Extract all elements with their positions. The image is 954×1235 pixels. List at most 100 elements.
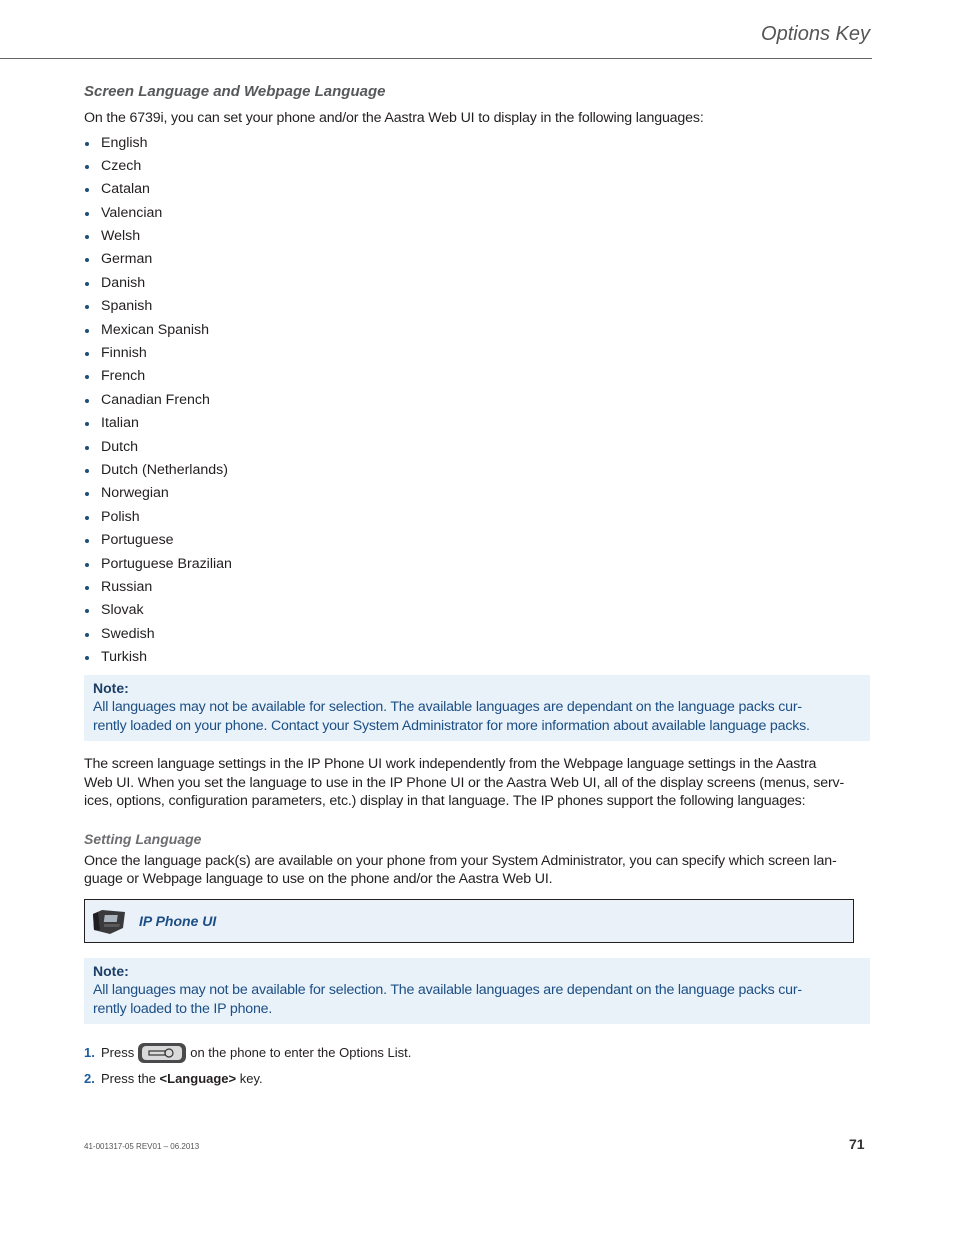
note-text: All languages may not be available for s… <box>93 981 860 1019</box>
language-list-item: Swedish <box>84 623 870 646</box>
description-paragraph: The screen language settings in the IP P… <box>84 755 870 811</box>
language-name: Italian <box>101 415 139 432</box>
language-name: Polish <box>101 508 140 525</box>
footer-doc-id: 41-001317-05 REV01 – 06.2013 <box>84 1142 200 1151</box>
bullet-icon <box>85 398 89 403</box>
bullet-icon <box>85 188 89 193</box>
language-name: Czech <box>101 157 142 174</box>
language-name: French <box>101 368 146 385</box>
bullet-icon <box>85 422 89 427</box>
bullet-icon <box>85 281 89 286</box>
language-name: Mexican Spanish <box>101 321 210 338</box>
note-box: Note: All languages may not be available… <box>84 957 870 1024</box>
language-name: Spanish <box>101 298 153 315</box>
language-name: Russian <box>101 578 153 595</box>
language-name: Welsh <box>101 228 141 245</box>
steps-list: 1. Press on the phone to enter the Optio… <box>84 1040 870 1092</box>
language-name: Danish <box>101 274 146 291</box>
note-title: Note: <box>93 680 129 697</box>
language-list-item: Dutch (Netherlands) <box>84 459 870 482</box>
language-name: German <box>101 251 153 268</box>
language-list-item: Mexican Spanish <box>84 319 870 342</box>
language-key-label: <Language> <box>159 1071 237 1087</box>
section-heading: Screen Language and Webpage Language <box>84 83 386 100</box>
bullet-icon <box>85 609 89 614</box>
language-name: Valencian <box>101 204 163 221</box>
note-line: All languages may not be available for s… <box>93 699 802 716</box>
language-list-item: Italian <box>84 412 870 435</box>
bullet-icon <box>85 141 89 146</box>
subsection-heading: Setting Language <box>84 830 202 847</box>
note-text: All languages may not be available for s… <box>93 698 860 736</box>
language-list-item: Spanish <box>84 295 870 318</box>
paragraph-line: Once the language pack(s) are available … <box>84 852 837 869</box>
bullet-icon <box>85 211 89 216</box>
paragraph-line: guage or Webpage language to use on the … <box>84 871 553 888</box>
page-header-title: Options Key <box>761 23 870 45</box>
language-list-item: English <box>84 132 870 155</box>
language-list-item: Russian <box>84 576 870 599</box>
language-name: English <box>101 134 148 151</box>
language-list-item: Turkish <box>84 646 870 669</box>
language-list-item: Slovak <box>84 599 870 622</box>
bullet-icon <box>85 258 89 263</box>
options-key-icon <box>138 1042 187 1063</box>
language-list-item: Portuguese <box>84 529 870 552</box>
intro-paragraph: On the 6739i, you can set your phone and… <box>84 110 704 126</box>
language-name: Dutch (Netherlands) <box>101 461 228 478</box>
language-list-item: Norwegian <box>84 482 870 505</box>
bullet-icon <box>85 468 89 473</box>
language-list-item: Czech <box>84 155 870 178</box>
ip-phone-ui-box: IP Phone UI <box>84 898 854 943</box>
setting-paragraph: Once the language pack(s) are available … <box>84 852 870 889</box>
ip-phone-ui-label: IP Phone UI <box>139 912 217 929</box>
bullet-icon <box>85 492 89 497</box>
paragraph-line: ices, options, configuration parameters,… <box>84 793 806 810</box>
paragraph-line: Web UI. When you set the language to use… <box>84 774 845 791</box>
language-name: Portuguese <box>101 532 174 549</box>
step-text: Press <box>101 1045 135 1061</box>
language-list-item: Polish <box>84 506 870 529</box>
bullet-icon <box>85 352 89 357</box>
bullet-icon <box>85 235 89 240</box>
note-line: rently loaded on your phone. Contact you… <box>93 718 810 735</box>
step-text: Press the <box>101 1071 156 1087</box>
bullet-icon <box>85 328 89 333</box>
language-name: Norwegian <box>101 485 169 502</box>
note-line: All languages may not be available for s… <box>93 981 802 998</box>
step-number: 1. <box>84 1045 95 1061</box>
language-name: Catalan <box>101 181 150 198</box>
desk-phone-icon <box>93 909 125 934</box>
note-title: Note: <box>93 962 129 979</box>
note-line: rently loaded to the IP phone. <box>93 1000 273 1017</box>
language-list: English Czech Catalan Valencian Welsh German D… <box>84 132 870 670</box>
language-name: Slovak <box>101 602 144 619</box>
language-list-item: Portuguese Brazilian <box>84 553 870 576</box>
language-name: Swedish <box>101 625 155 642</box>
bullet-icon <box>85 539 89 544</box>
bullet-icon <box>85 305 89 310</box>
language-name: Portuguese Brazilian <box>101 555 232 572</box>
language-list-item: German <box>84 248 870 271</box>
language-list-item: Finnish <box>84 342 870 365</box>
bullet-icon <box>85 445 89 450</box>
language-name: Canadian French <box>101 391 210 408</box>
page-content: Screen Language and Webpage Language On … <box>84 82 870 1092</box>
bullet-icon <box>85 375 89 380</box>
language-list-item: Catalan <box>84 178 870 201</box>
step-text: on the phone to enter the Options List. <box>190 1045 412 1061</box>
page-number: 71 <box>849 1136 865 1152</box>
step-number: 2. <box>84 1071 95 1087</box>
note-box: Note: All languages may not be available… <box>84 675 870 742</box>
paragraph-line: The screen language settings in the IP P… <box>84 756 817 773</box>
language-name: Dutch <box>101 438 139 455</box>
bullet-icon <box>85 632 89 637</box>
language-list-item: Dutch <box>84 436 870 459</box>
header-divider <box>0 58 872 59</box>
bullet-icon <box>85 585 89 590</box>
language-list-item: French <box>84 365 870 388</box>
bullet-icon <box>85 164 89 169</box>
step-text: key. <box>239 1071 263 1087</box>
language-name: Finnish <box>101 345 147 362</box>
bullet-icon <box>85 562 89 567</box>
